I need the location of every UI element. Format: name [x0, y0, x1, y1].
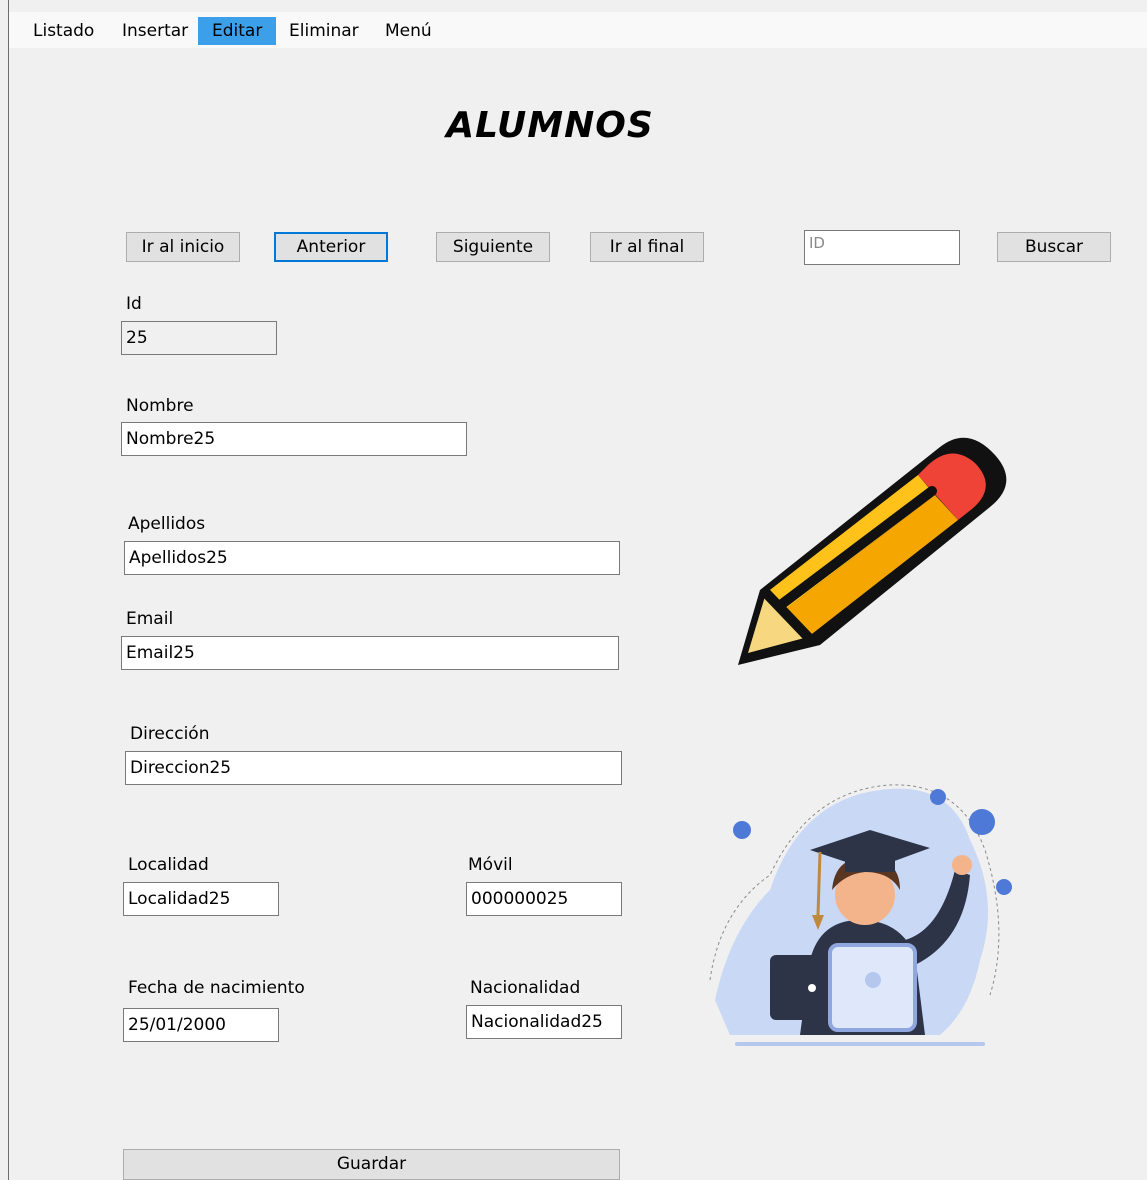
menu-item-listado[interactable]: Listado	[19, 17, 108, 45]
menu-bar: Listado Insertar Editar Eliminar Menú	[9, 12, 1147, 48]
movil-label: Móvil	[468, 855, 513, 875]
apellidos-field[interactable]: Apellidos25	[124, 541, 620, 575]
page-title: ALUMNOS	[446, 105, 654, 146]
direccion-field[interactable]: Direccion25	[125, 751, 622, 785]
previous-button[interactable]: Anterior	[274, 232, 388, 262]
menu-item-editar[interactable]: Editar	[198, 17, 277, 45]
go-first-button[interactable]: Ir al inicio	[126, 232, 240, 262]
search-button[interactable]: Buscar	[997, 232, 1111, 262]
id-field[interactable]: 25	[121, 321, 277, 355]
id-label: Id	[126, 294, 142, 314]
direccion-label: Dirección	[130, 724, 210, 744]
nombre-field[interactable]: Nombre25	[121, 422, 467, 456]
menu-item-insertar[interactable]: Insertar	[108, 17, 202, 45]
fecha-nacimiento-field[interactable]: 25/01/2000	[123, 1008, 279, 1042]
apellidos-label: Apellidos	[128, 514, 206, 534]
localidad-label: Localidad	[128, 855, 209, 875]
save-button[interactable]: Guardar	[123, 1149, 620, 1180]
email-label: Email	[126, 609, 174, 629]
window-left-border	[8, 0, 9, 1180]
go-last-button[interactable]: Ir al final	[590, 232, 704, 262]
nacionalidad-label: Nacionalidad	[470, 978, 581, 998]
menu-item-eliminar[interactable]: Eliminar	[275, 17, 373, 45]
nombre-label: Nombre	[126, 396, 194, 416]
id-search-input[interactable]: ID	[804, 230, 960, 265]
graduate-illustration	[709, 784, 1012, 1046]
nacionalidad-field[interactable]: Nacionalidad25	[466, 1005, 622, 1039]
pencil-icon	[738, 437, 1007, 665]
movil-field[interactable]: 000000025	[466, 882, 622, 916]
email-field[interactable]: Email25	[121, 636, 619, 670]
menu-item-menu[interactable]: Menú	[371, 17, 446, 45]
next-button[interactable]: Siguiente	[436, 232, 550, 262]
localidad-field[interactable]: Localidad25	[123, 882, 279, 916]
fecha-nacimiento-label: Fecha de nacimiento	[128, 978, 305, 998]
